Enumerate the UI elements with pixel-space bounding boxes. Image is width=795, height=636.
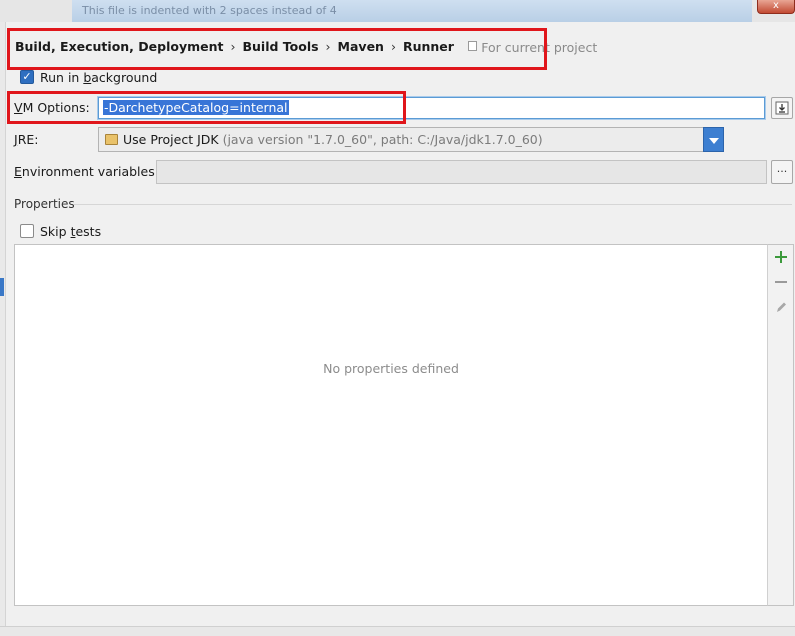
jdk-folder-icon: [105, 134, 118, 145]
plus-icon: [775, 251, 787, 263]
jre-version-detail: (java version "1.7.0_60", path: C:/Java/…: [222, 132, 543, 147]
checkmark-icon: ✓: [22, 70, 32, 83]
jre-selected-value: Use Project JDK: [123, 132, 219, 147]
properties-empty-text: No properties defined: [323, 361, 459, 376]
environment-variables-browse-button[interactable]: ...: [771, 160, 793, 184]
settings-tree-edge: [0, 22, 6, 636]
annotation-box-breadcrumb: [7, 28, 547, 70]
editor-tooltip: This file is indented with 2 spaces inst…: [72, 0, 752, 22]
properties-separator: [74, 204, 792, 205]
run-in-background-label[interactable]: Run in background: [40, 70, 157, 85]
remove-property-button[interactable]: [773, 274, 789, 290]
skip-tests-label[interactable]: Skip tests: [40, 224, 101, 239]
edit-property-button[interactable]: [773, 299, 789, 315]
properties-section-title: Properties: [14, 197, 75, 211]
vm-options-expand-button[interactable]: [771, 97, 793, 119]
run-in-background-checkbox[interactable]: ✓: [20, 70, 34, 84]
environment-variables-field[interactable]: [156, 160, 767, 184]
jre-dropdown-button[interactable]: [703, 127, 724, 152]
annotation-box-vm-options: [7, 91, 406, 124]
pencil-icon: [777, 302, 786, 312]
environment-variables-label: Environment variables:: [14, 164, 159, 179]
jre-select[interactable]: Use Project JDK (java version "1.7.0_60"…: [98, 127, 723, 152]
jre-label: JRE:: [14, 132, 39, 147]
properties-table[interactable]: [14, 244, 768, 606]
chevron-down-icon: [709, 138, 719, 144]
window-close-button[interactable]: x: [757, 0, 795, 14]
selected-tree-item-marker: [0, 278, 4, 296]
add-property-button[interactable]: [773, 249, 789, 265]
dialog-bottom-edge: [0, 626, 795, 636]
skip-tests-checkbox[interactable]: [20, 224, 34, 238]
minus-icon: [775, 281, 787, 283]
expand-field-icon: [775, 101, 789, 115]
